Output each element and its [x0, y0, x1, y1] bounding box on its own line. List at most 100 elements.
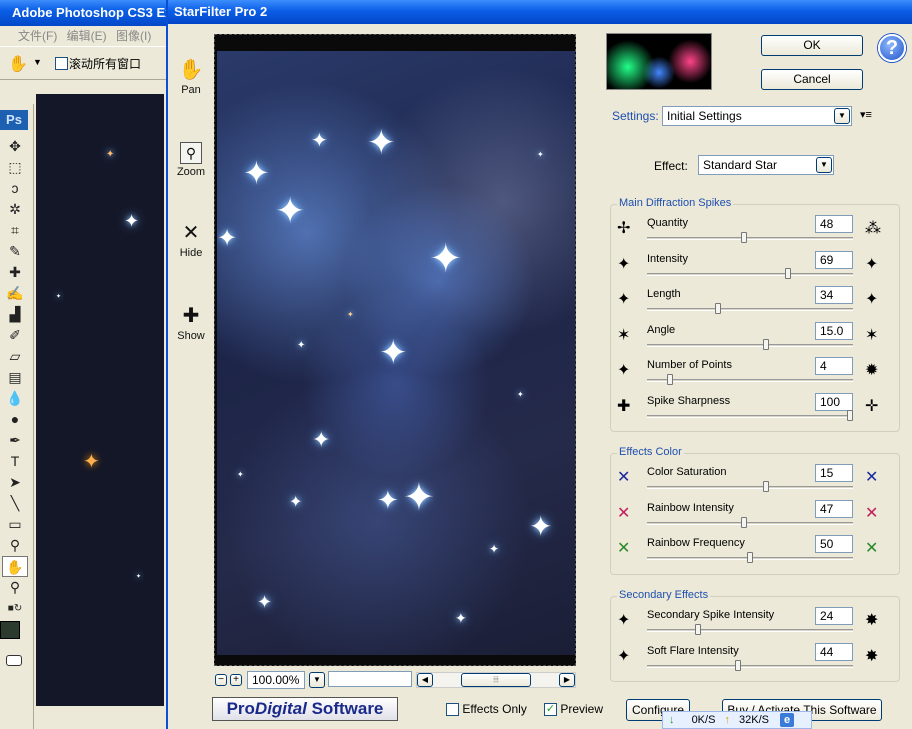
slider-value-field[interactable]: 15.0 — [815, 321, 853, 340]
spike-preview-icon: ✦ — [617, 612, 631, 629]
slider-thumb[interactable] — [715, 303, 721, 314]
dropdown-arrow-icon[interactable]: ▼ — [33, 57, 42, 67]
brush-tool-icon[interactable]: ✍ — [2, 283, 28, 304]
slider-track[interactable] — [647, 629, 853, 632]
slider-value-field[interactable]: 34 — [815, 286, 853, 304]
menu-edit[interactable]: 编辑(E) — [67, 29, 107, 43]
pan-button[interactable]: ✋ Pan — [168, 56, 214, 96]
show-button[interactable]: ✚ Show — [168, 302, 214, 342]
slider-thumb[interactable] — [741, 232, 747, 243]
slider-thumb[interactable] — [747, 552, 753, 563]
preview-pane[interactable]: ✦ ✦ ✦ ✦ ✦ ✦ ✦ ✦ ✦ ✦ ✦ ✦ ✦ ✦ ✦ ✦ ✦ ✦ ✦ ✦ — [214, 34, 576, 666]
horizontal-scrollbar[interactable]: ◀ ⦙⦙⦙ ▶ — [416, 672, 576, 688]
marquee-tool-icon[interactable]: ⬚ — [2, 157, 28, 178]
slider-thumb[interactable] — [785, 267, 791, 279]
menu-image[interactable]: 图像(I) — [116, 29, 151, 43]
zoom-dropdown-icon[interactable]: ▼ — [309, 672, 325, 688]
slider-thumb[interactable] — [741, 516, 747, 528]
slider-thumb[interactable] — [847, 409, 853, 421]
history-brush-icon[interactable]: ✐ — [2, 325, 28, 346]
slider-track[interactable] — [647, 272, 853, 276]
stamp-tool-icon[interactable]: ▟ — [2, 304, 28, 325]
dialog-title[interactable]: StarFilter Pro 2 — [168, 0, 912, 24]
hide-button[interactable]: ✕ Hide — [168, 219, 214, 259]
effects-only-checkbox[interactable] — [446, 703, 459, 717]
hand-tool-icon[interactable]: ✋ — [2, 556, 28, 577]
zoom-in-button[interactable]: + — [230, 674, 242, 686]
eyedropper-icon[interactable]: ⚲ — [2, 535, 28, 556]
slider-value-field[interactable]: 15 — [815, 464, 853, 482]
slider-value-field[interactable]: 48 — [815, 215, 853, 233]
slider-label: Soft Flare Intensity — [647, 644, 739, 657]
help-button[interactable]: ? — [878, 34, 906, 62]
download-arrow-icon: ↓ — [669, 714, 675, 726]
slider-row-quantity: ✢ Quantity 48 ⁂ — [611, 215, 899, 251]
slider-track[interactable] — [647, 521, 853, 525]
menu-file[interactable]: 文件(F) — [18, 29, 57, 43]
slider-track[interactable] — [647, 308, 853, 311]
slider-thumb[interactable] — [763, 338, 769, 350]
scroll-right-icon[interactable]: ▶ — [559, 673, 575, 687]
move-tool-icon[interactable]: ✥ — [2, 136, 28, 157]
spike-result-icon: ⁂ — [865, 220, 881, 237]
slice-tool-icon[interactable]: ✎ — [2, 241, 28, 262]
hand-icon[interactable]: ✋ — [8, 54, 28, 74]
zoom-slider-box[interactable] — [328, 671, 412, 687]
slider-track[interactable] — [647, 414, 853, 418]
slider-value-field[interactable]: 24 — [815, 607, 853, 625]
notes-tool-icon[interactable]: ▭ — [2, 514, 28, 535]
cancel-button[interactable]: Cancel — [761, 69, 863, 90]
slider-value-field[interactable]: 50 — [815, 535, 853, 553]
gradient-tool-icon[interactable]: ▤ — [2, 367, 28, 388]
magic-wand-icon[interactable]: ✲ — [2, 199, 28, 220]
lasso-tool-icon[interactable]: ↄ — [2, 178, 28, 199]
quick-mask-icon[interactable] — [6, 655, 22, 666]
slider-value-field[interactable]: 47 — [815, 499, 853, 518]
effects-only-option[interactable]: Effects Only — [446, 702, 527, 717]
slider-track[interactable] — [647, 664, 853, 668]
type-tool-icon[interactable]: T — [2, 451, 28, 472]
slider-value-field[interactable]: 44 — [815, 642, 853, 661]
blur-tool-icon[interactable]: 💧 — [2, 388, 28, 409]
healing-tool-icon[interactable]: ✚ — [2, 262, 28, 283]
slider-track[interactable] — [647, 486, 853, 489]
scroll-thumb[interactable]: ⦙⦙⦙ — [461, 673, 531, 687]
eraser-tool-icon[interactable]: ▱ — [2, 346, 28, 367]
slider-thumb[interactable] — [763, 481, 769, 492]
slider-thumb[interactable] — [695, 624, 701, 635]
ok-button[interactable]: OK — [761, 35, 863, 56]
zoom-field[interactable]: 100.00% — [247, 671, 305, 689]
scroll-all-checkbox[interactable] — [55, 57, 68, 70]
photoshop-title[interactable]: Adobe Photoshop CS3 Ex — [0, 0, 166, 26]
line-tool-icon[interactable]: ╲ — [2, 493, 28, 514]
slider-thumb[interactable] — [735, 659, 741, 671]
pen-tool-icon[interactable]: ✒ — [2, 430, 28, 451]
dodge-tool-icon[interactable]: ● — [2, 409, 28, 430]
crop-tool-icon[interactable]: ⌗ — [2, 220, 28, 241]
effect-select[interactable]: Standard Star ▼ — [698, 155, 834, 175]
starfilter-dialog: StarFilter Pro 2 ✋ Pan ⚲ Zoom ✕ Hide ✚ S… — [166, 0, 912, 729]
slider-value-field[interactable]: 4 — [815, 357, 853, 375]
slider-label: Quantity — [647, 217, 688, 229]
zoom-tool-icon[interactable]: ⚲ — [2, 577, 28, 598]
slider-track[interactable] — [647, 379, 853, 382]
zoom-out-button[interactable]: − — [215, 674, 227, 686]
slider-thumb[interactable] — [667, 374, 673, 385]
slider-track[interactable] — [647, 237, 853, 240]
preview-option[interactable]: ✓ Preview — [544, 702, 603, 717]
brand-prefix: Pro — [226, 699, 255, 718]
preview-checkbox[interactable]: ✓ — [544, 703, 557, 717]
slider-value-field[interactable]: 100 — [815, 392, 853, 411]
slider-row-length: ✦ Length 34 ✦ — [611, 286, 899, 322]
foreground-color-swatch[interactable] — [0, 621, 20, 639]
path-select-icon[interactable]: ➤ — [2, 472, 28, 493]
photoshop-canvas[interactable]: ✦ ✦ ✦ ✦ ✦ — [36, 94, 164, 706]
settings-menu-icon[interactable]: ▾≡ — [860, 108, 872, 121]
slider-track[interactable] — [647, 343, 853, 347]
swap-colors-icon[interactable]: ■↻ — [2, 598, 28, 619]
slider-label: Color Saturation — [647, 466, 727, 478]
settings-select[interactable]: Initial Settings ▼ — [662, 106, 852, 126]
scroll-left-icon[interactable]: ◀ — [417, 673, 433, 687]
slider-value-field[interactable]: 69 — [815, 250, 853, 269]
zoom-button[interactable]: ⚲ Zoom — [168, 138, 214, 178]
